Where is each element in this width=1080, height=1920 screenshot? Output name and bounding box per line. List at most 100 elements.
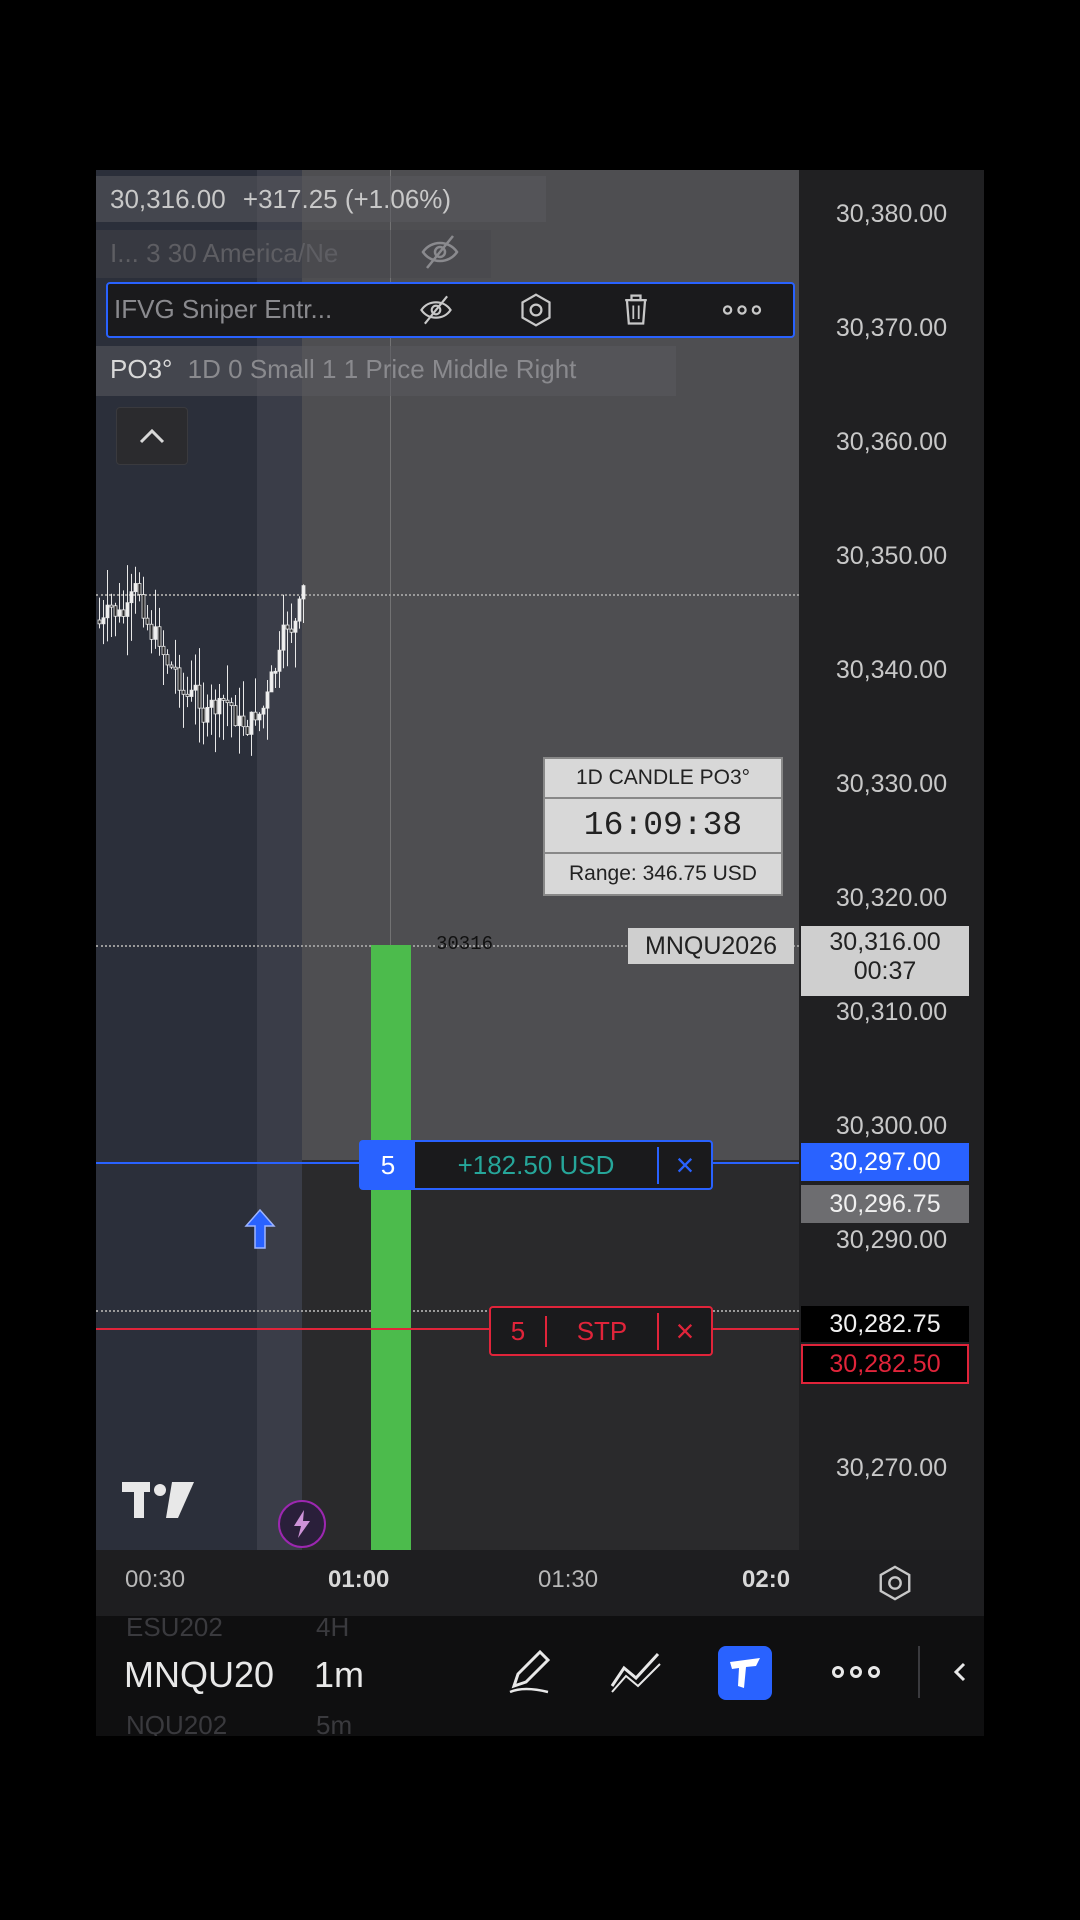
stop-label: STP — [576, 1315, 628, 1346]
active-indicator-label[interactable]: IFVG Sniper Entr... — [114, 294, 332, 325]
position-pnl: +182.50 USD — [457, 1149, 615, 1180]
candle-body — [173, 666, 178, 670]
price-tick-label: 30,370.00 — [835, 314, 948, 342]
price-tick-label: 30,290.00 — [835, 1226, 948, 1254]
candle-body — [229, 702, 234, 707]
symbol-selector[interactable]: MNQU20 — [124, 1654, 274, 1696]
cancel-stop-button[interactable]: × — [657, 1312, 711, 1350]
ghost-symbol-above: ESU202 — [126, 1612, 223, 1642]
candle-body — [265, 691, 270, 709]
legend-price-row: 30,316.00 +317.25 (+1.06%) — [110, 184, 451, 215]
candle-body — [237, 715, 242, 727]
legend-price: 30,316.00 — [110, 184, 226, 214]
timer-range: Range: 346.75 USD — [569, 862, 757, 885]
candle-body — [129, 591, 134, 604]
candle-body — [241, 715, 246, 728]
candle-body — [257, 713, 262, 721]
stop-qty[interactable]: 5 — [491, 1315, 547, 1347]
indicator-icon — [730, 1658, 760, 1688]
candle-body — [221, 697, 226, 701]
position-order-bar[interactable]: 5 +182.50 USD × — [359, 1140, 713, 1190]
candle-body — [109, 604, 114, 608]
candle-body — [217, 697, 222, 715]
toolbar-divider — [918, 1646, 920, 1698]
bid-price-tag: 30,296.75 — [801, 1185, 969, 1223]
interval-selector[interactable]: 1m — [314, 1654, 364, 1696]
more-icon[interactable] — [718, 292, 766, 328]
price-tick-label: 30,350.00 — [835, 542, 948, 570]
trash-icon[interactable] — [618, 292, 654, 328]
chevron-left-icon[interactable] — [948, 1656, 972, 1688]
candle-body — [269, 671, 274, 693]
close-position-button[interactable]: × — [657, 1146, 711, 1184]
candle-body — [197, 684, 202, 709]
candle-body — [201, 707, 206, 723]
collapse-legend-button[interactable] — [116, 407, 188, 465]
candle-body — [113, 605, 118, 617]
po3-timer-panel: 1D CANDLE PO3° 16:09:38 Range: 346.75 US… — [543, 757, 783, 896]
candle-body — [281, 624, 286, 651]
up-arrow-icon — [244, 1208, 276, 1249]
candle-body — [289, 628, 294, 633]
price-tick-label: 30,360.00 — [835, 428, 948, 456]
indicator-button[interactable] — [718, 1646, 772, 1700]
candle-body — [213, 699, 218, 715]
timer-value: 16:09:38 — [545, 799, 781, 854]
chart-plot-area[interactable]: 30316 1D CANDLE PO3° 16:09:38 Range: 346… — [96, 170, 799, 1550]
chart-app: 30316 1D CANDLE PO3° 16:09:38 Range: 346… — [96, 170, 984, 1736]
candle-body — [301, 585, 306, 600]
chevron-up-icon — [139, 428, 165, 444]
entry-price-tag: 30,297.00 — [801, 1143, 969, 1181]
candle-body — [177, 667, 182, 691]
ghost-interval-above: 4H — [316, 1612, 350, 1642]
lightning-button[interactable] — [278, 1500, 326, 1548]
candle-body — [253, 711, 258, 721]
price-scale[interactable]: 30,380.00 30,370.00 30,360.00 30,350.00 30,3… — [799, 170, 984, 1550]
time-label: 02:0 — [742, 1566, 791, 1593]
candle-body — [137, 583, 142, 595]
candle-body — [141, 594, 146, 619]
candle-body — [181, 689, 186, 695]
candle-body — [149, 623, 154, 640]
candle-body — [249, 711, 254, 735]
bottom-toolbar: ESU202 4H MNQU20 1m NQU202 5m — [96, 1612, 984, 1736]
time-label: 01:00 — [328, 1566, 390, 1593]
price-tick-label: 30,320.00 — [835, 884, 948, 912]
eye-off-icon[interactable] — [418, 292, 454, 328]
candle-body — [233, 705, 238, 727]
price-tick-label: 30,300.00 — [835, 1112, 948, 1140]
faded-indicator-label[interactable]: I... 3 30 America/Ne — [110, 238, 338, 269]
trendline-icon[interactable] — [608, 1646, 664, 1698]
po3-legend-row[interactable]: PO3° 1D 0 Small 1 1 Price Middle Right — [110, 354, 576, 385]
candle-body — [101, 617, 106, 625]
candle-body — [225, 699, 230, 704]
candle-body — [97, 619, 102, 625]
eye-off-icon[interactable] — [419, 232, 461, 272]
position-qty[interactable]: 5 — [361, 1142, 415, 1188]
last-price-tag: 30,316.00 00:37 — [801, 926, 969, 996]
time-axis[interactable]: 00:30 01:00 01:30 02:0 — [96, 1550, 984, 1616]
candle-body — [117, 609, 122, 617]
ghost-symbol-below: NQU202 — [126, 1710, 228, 1736]
candle-price-label: 30316 — [436, 933, 494, 955]
candle-body — [105, 604, 110, 619]
price-tick-label: 30,270.00 — [835, 1454, 948, 1482]
po3-label: PO3° — [110, 354, 173, 384]
stop-order-bar[interactable]: 5 STP × — [489, 1306, 713, 1356]
settings-icon[interactable] — [518, 292, 554, 328]
active-indicator-bar[interactable]: IFVG Sniper Entr... — [106, 282, 795, 338]
candle-body — [297, 598, 302, 622]
time-label: 00:30 — [125, 1566, 186, 1593]
legend-change: +317.25 (+1.06%) — [242, 184, 452, 214]
pencil-icon[interactable] — [504, 1646, 556, 1698]
po3-daily-candle — [371, 945, 411, 1550]
candle-body — [285, 624, 290, 630]
candle-body — [133, 583, 138, 593]
price-tick-label: 30,330.00 — [835, 770, 948, 798]
more-icon[interactable] — [830, 1652, 882, 1692]
price-tick-label: 30,340.00 — [835, 656, 948, 684]
candle-body — [189, 689, 194, 697]
price-tick-label: 30,310.00 — [835, 998, 948, 1026]
candle-body — [157, 626, 162, 647]
settings-gear-icon[interactable] — [876, 1564, 914, 1602]
